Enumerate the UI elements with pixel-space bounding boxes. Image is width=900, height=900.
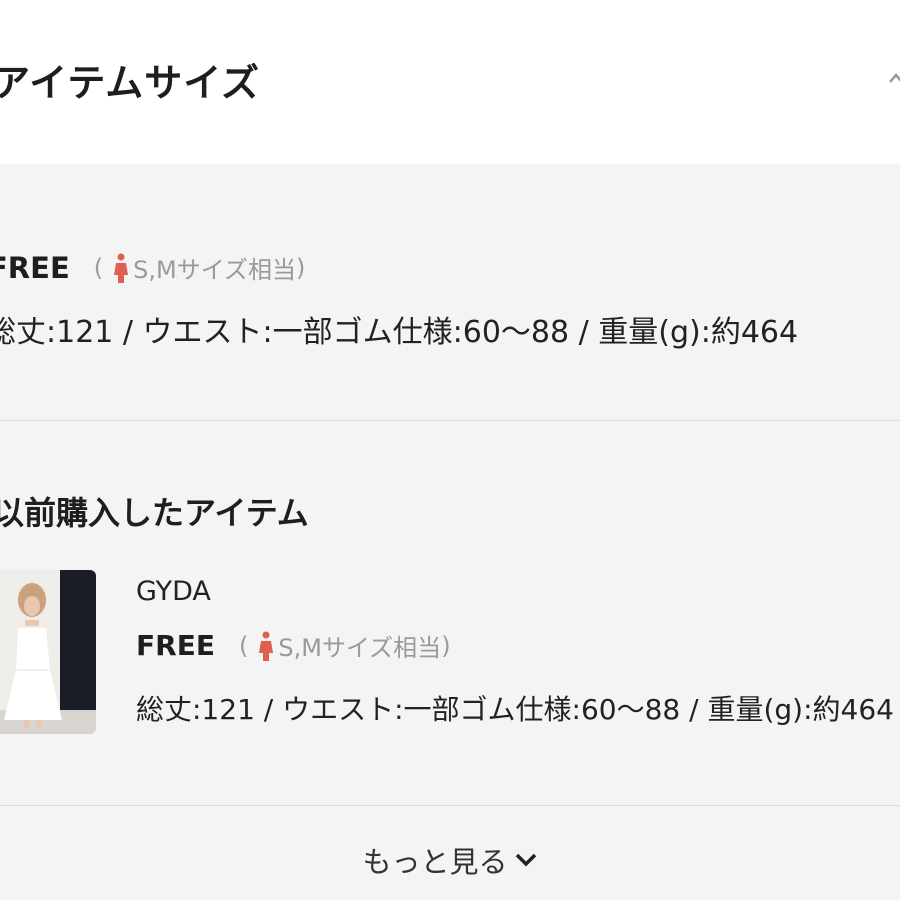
woman-icon [114,253,129,283]
section-title: アイテムサイズ [0,61,261,105]
size-details: 総丈:121 / ウエスト:一部ゴム仕様:60～88 / 重量(g):約464 [0,315,799,350]
show-more-label: もっと見る [362,845,508,879]
chevron-down-icon [515,853,536,867]
item-size-page: アイテムサイズ FREE ( S,Mサイズ相当 ) 総丈:121 / ウエスト:… [0,0,900,900]
item-fit-note-text: S,Mサイズ相当 [278,634,442,662]
divider [0,805,900,806]
item-fit-open-paren: ( [238,631,249,660]
item-size-name: FREE [136,629,215,662]
purchased-title: 以前購入したアイテム [0,494,309,532]
size-row: FREE ( S,Mサイズ相当 ) [0,250,305,285]
chevron-up-icon[interactable] [888,70,900,86]
fit-note-text: S,Mサイズ相当 [133,256,296,284]
item-fit-close-paren: ) [441,631,451,660]
woman-icon [259,631,274,661]
divider [0,420,900,421]
size-info-section: FREE ( S,Mサイズ相当 ) 総丈:121 / ウエスト:一部ゴム仕様:6… [0,164,900,420]
item-brand: GYDA [136,576,211,607]
product-thumbnail[interactable] [0,570,96,734]
size-name: FREE [0,250,70,285]
fit-close-paren: ) [296,253,306,282]
item-fit-note: ( S,Mサイズ相当 ) [239,628,451,663]
item-size-details: 総丈:121 / ウエスト:一部ゴム仕様:60～88 / 重量(g):約464 [136,693,894,726]
fit-note: ( S,Mサイズ相当 ) [93,250,306,285]
show-more-button[interactable]: もっと見る [0,820,900,900]
product-photo [0,570,96,734]
section-header[interactable]: アイテムサイズ [0,0,900,164]
item-size-row: FREE ( S,Mサイズ相当 ) [136,628,451,663]
fit-open-paren: ( [93,253,104,282]
